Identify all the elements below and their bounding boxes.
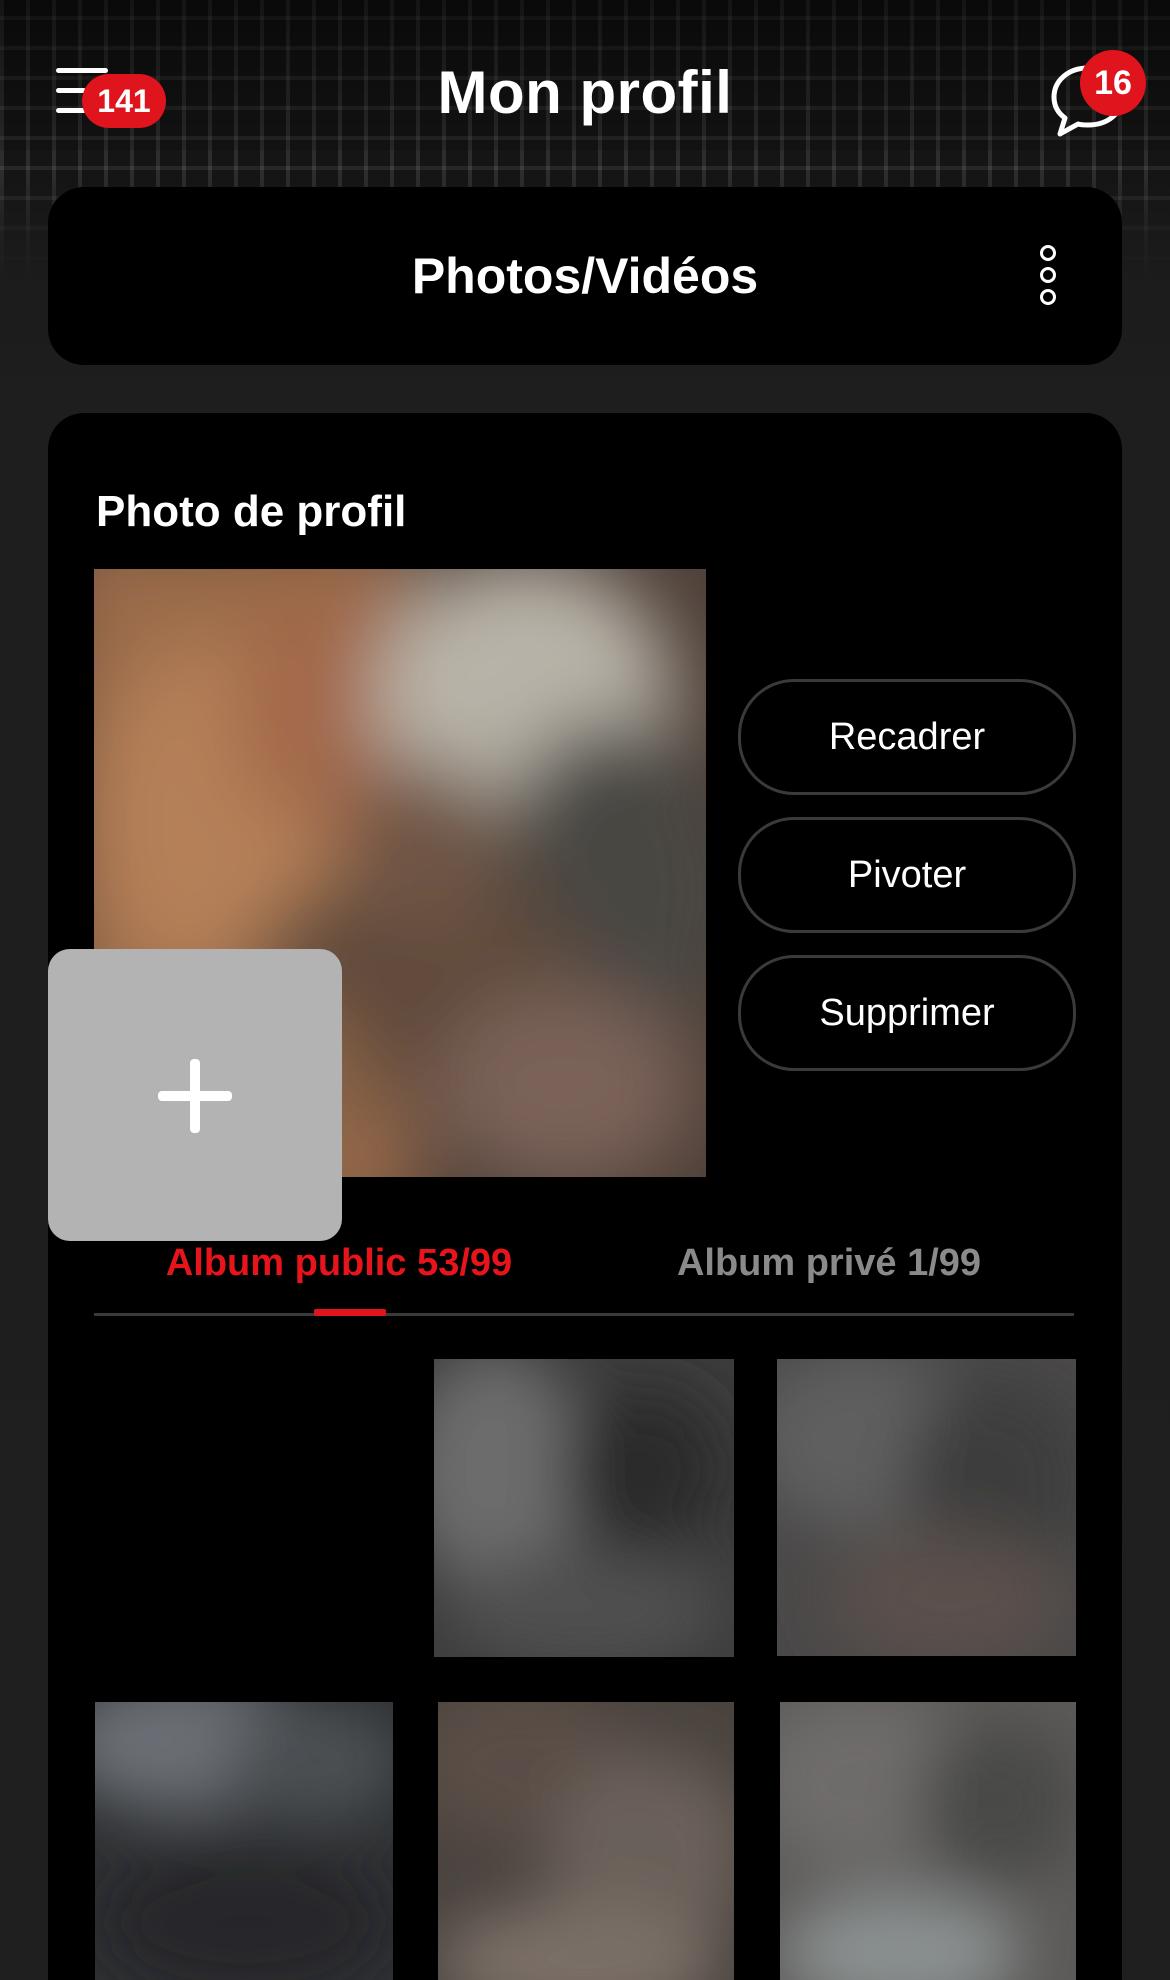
crop-button[interactable]: Recadrer	[738, 679, 1076, 795]
tab-private-album[interactable]: Album privé 1/99	[584, 1213, 1074, 1313]
chat-button[interactable]: 16	[1048, 50, 1148, 140]
chat-notification-badge: 16	[1080, 50, 1146, 116]
album-photo-thumbnail[interactable]	[434, 1359, 734, 1657]
page-title: Mon profil	[437, 59, 733, 126]
profile-photo-label: Photo de profil	[96, 487, 407, 536]
album-photo-thumbnail[interactable]	[438, 1702, 734, 1980]
more-options-button[interactable]	[1032, 245, 1062, 307]
rotate-button[interactable]: Pivoter	[738, 817, 1076, 933]
add-photo-button[interactable]	[48, 949, 342, 1241]
album-photo-thumbnail[interactable]	[95, 1702, 393, 1980]
page: 141 Mon profil 16 Photos/Vidéos Photo de…	[0, 0, 1170, 1980]
delete-button[interactable]: Supprimer	[738, 955, 1076, 1071]
album-photo-thumbnail[interactable]	[777, 1359, 1076, 1656]
active-tab-indicator	[314, 1309, 386, 1316]
section-header-card: Photos/Vidéos	[48, 187, 1122, 365]
section-title: Photos/Vidéos	[411, 248, 759, 304]
album-photo-thumbnail[interactable]	[780, 1702, 1076, 1980]
